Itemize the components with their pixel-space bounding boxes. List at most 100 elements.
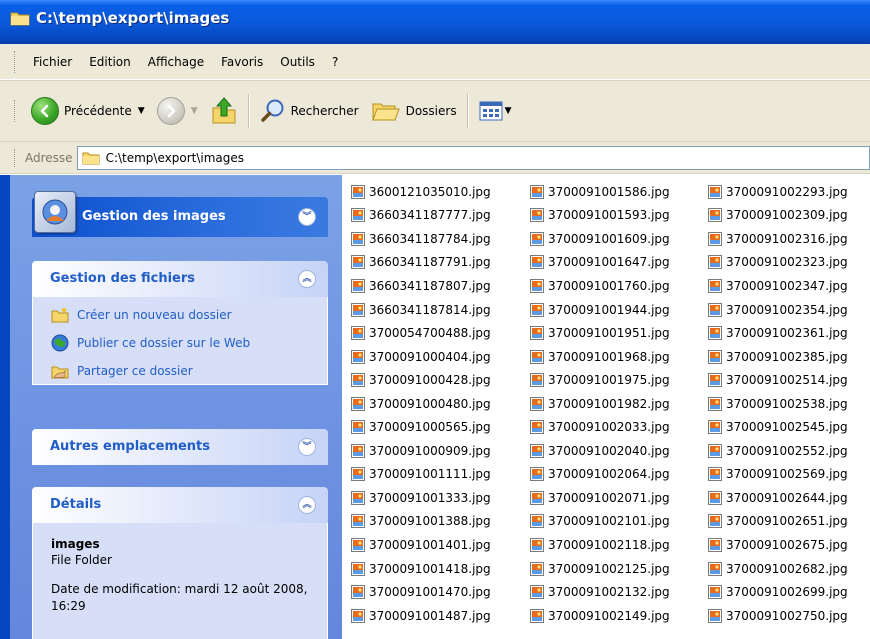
file-item[interactable]: 3700091001647.jpg (529, 251, 670, 275)
file-item[interactable]: 3700091002644.jpg (707, 486, 848, 510)
file-item[interactable]: 3660341187807.jpg (350, 274, 491, 298)
file-item[interactable]: 3700091000428.jpg (350, 368, 491, 392)
file-item[interactable]: 3700091002293.jpg (707, 180, 848, 204)
file-item[interactable]: 3700091002750.jpg (707, 604, 848, 628)
file-item[interactable]: 3700091002675.jpg (707, 533, 848, 557)
file-name: 3700091002750.jpg (726, 608, 848, 623)
back-dropdown-icon[interactable]: ▼ (138, 106, 145, 116)
file-item[interactable]: 3700091002651.jpg (707, 510, 848, 534)
forward-dropdown-icon[interactable]: ▼ (191, 106, 198, 116)
file-item[interactable]: 3700091000565.jpg (350, 415, 491, 439)
file-tasks-header[interactable]: Gestion des fichiers ︽ (32, 261, 328, 297)
file-item[interactable]: 3700091001593.jpg (529, 204, 670, 228)
file-item[interactable]: 3700091002385.jpg (707, 345, 848, 369)
file-item[interactable]: 3700091002699.jpg (707, 580, 848, 604)
search-button[interactable]: Rechercher (254, 91, 365, 131)
jpg-file-icon (707, 254, 723, 270)
file-name: 3700091002309.jpg (726, 208, 848, 223)
title-bar[interactable]: C:\temp\export\images (0, 0, 870, 44)
task-new-folder[interactable]: Créer un nouveau dossier (33, 301, 327, 329)
file-item[interactable]: 3700091002125.jpg (529, 557, 670, 581)
file-item[interactable]: 3700091001944.jpg (529, 298, 670, 322)
file-item[interactable]: 3700091001586.jpg (529, 180, 670, 204)
back-button[interactable]: Précédente ▼ (25, 91, 151, 131)
file-name: 3700091002552.jpg (726, 443, 848, 458)
up-folder-button[interactable] (204, 91, 244, 131)
file-tasks-title: Gestion des fichiers (50, 271, 196, 286)
menu-edition[interactable]: Edition (81, 55, 140, 69)
file-item[interactable]: 3660341187777.jpg (350, 204, 491, 228)
file-item[interactable]: 3700091002538.jpg (707, 392, 848, 416)
address-grip[interactable] (14, 148, 17, 167)
file-item[interactable]: 3700091001951.jpg (529, 321, 670, 345)
task-publish-web[interactable]: Publier ce dossier sur le Web (33, 329, 327, 357)
file-item[interactable]: 3700091000480.jpg (350, 392, 491, 416)
views-dropdown-icon[interactable]: ▼ (505, 106, 512, 116)
file-item[interactable]: 3700091001418.jpg (350, 557, 491, 581)
menu-favoris[interactable]: Favoris (213, 55, 272, 69)
file-item[interactable]: 3700091002071.jpg (529, 486, 670, 510)
file-item[interactable]: 3700091002514.jpg (707, 368, 848, 392)
file-item[interactable]: 3700091001487.jpg (350, 604, 491, 628)
toolbar-grip[interactable] (14, 100, 17, 122)
views-button[interactable]: ▼ (473, 91, 518, 131)
file-item[interactable]: 3700091002545.jpg (707, 415, 848, 439)
file-name: 3700091002644.jpg (726, 490, 848, 505)
file-item[interactable]: 3700091002033.jpg (529, 415, 670, 439)
task-share-folder[interactable]: Partager ce dossier (33, 357, 327, 385)
details-header[interactable]: Détails ︽ (32, 487, 328, 523)
file-item[interactable]: 3700091002101.jpg (529, 510, 670, 534)
file-item[interactable]: 3700091002361.jpg (707, 321, 848, 345)
collapse-chevron-icon[interactable]: ︽ (298, 270, 316, 288)
file-item[interactable]: 3700091002682.jpg (707, 557, 848, 581)
file-item[interactable]: 3700091001333.jpg (350, 486, 491, 510)
file-item[interactable]: 3700091002149.jpg (529, 604, 670, 628)
file-item[interactable]: 3700091001470.jpg (350, 580, 491, 604)
forward-button[interactable]: ▼ (151, 91, 204, 131)
file-item[interactable]: 3700091001609.jpg (529, 227, 670, 251)
collapse-chevron-icon[interactable]: ︾ (298, 208, 316, 226)
file-item[interactable]: 3700091002347.jpg (707, 274, 848, 298)
file-item[interactable]: 3700091002354.jpg (707, 298, 848, 322)
file-item[interactable]: 3700091001401.jpg (350, 533, 491, 557)
file-item[interactable]: 3660341187791.jpg (350, 251, 491, 275)
address-input[interactable]: C:\temp\export\images (76, 145, 870, 170)
file-item[interactable]: 3700091001388.jpg (350, 510, 491, 534)
collapse-chevron-icon[interactable]: ︽ (298, 496, 316, 514)
file-item[interactable]: 3660341187814.jpg (350, 298, 491, 322)
file-item[interactable]: 3700091002569.jpg (707, 463, 848, 487)
menu-outils[interactable]: Outils (272, 55, 324, 69)
file-name: 3700091002361.jpg (726, 326, 848, 341)
menu-fichier[interactable]: Fichier (25, 55, 81, 69)
file-item[interactable]: 3700091000909.jpg (350, 439, 491, 463)
file-list[interactable]: 3600121035010.jpg 3660341187777.jpg 366034… (342, 175, 870, 639)
folders-button[interactable]: Dossiers (365, 91, 463, 131)
file-item[interactable]: 3700091001760.jpg (529, 274, 670, 298)
file-item[interactable]: 3700054700488.jpg (350, 321, 491, 345)
file-item[interactable]: 3660341187784.jpg (350, 227, 491, 251)
file-item[interactable]: 3700091000404.jpg (350, 345, 491, 369)
file-name: 3700091001968.jpg (548, 349, 670, 364)
menu-grip[interactable] (14, 50, 17, 73)
file-item[interactable]: 3700091002323.jpg (707, 251, 848, 275)
file-name: 3700091002040.jpg (548, 443, 670, 458)
file-item[interactable]: 3700091001968.jpg (529, 345, 670, 369)
file-item[interactable]: 3700091002118.jpg (529, 533, 670, 557)
image-tasks-header[interactable]: Gestion des images ︾ (32, 197, 328, 237)
file-item[interactable]: 3700091002552.jpg (707, 439, 848, 463)
other-places-header[interactable]: Autres emplacements ︾ (32, 429, 328, 465)
file-item[interactable]: 3700091002040.jpg (529, 439, 670, 463)
search-icon (260, 99, 284, 122)
menu-bar: Fichier Edition Affichage Favoris Outils… (0, 44, 870, 80)
file-item[interactable]: 3600121035010.jpg (350, 180, 491, 204)
file-item[interactable]: 3700091001982.jpg (529, 392, 670, 416)
file-item[interactable]: 3700091002309.jpg (707, 204, 848, 228)
menu-help[interactable]: ? (324, 55, 347, 69)
file-item[interactable]: 3700091001975.jpg (529, 368, 670, 392)
file-item[interactable]: 3700091002064.jpg (529, 463, 670, 487)
file-item[interactable]: 3700091002316.jpg (707, 227, 848, 251)
file-item[interactable]: 3700091002132.jpg (529, 580, 670, 604)
menu-affichage[interactable]: Affichage (140, 55, 213, 69)
file-item[interactable]: 3700091001111.jpg (350, 463, 491, 487)
expand-chevron-icon[interactable]: ︾ (298, 438, 316, 456)
